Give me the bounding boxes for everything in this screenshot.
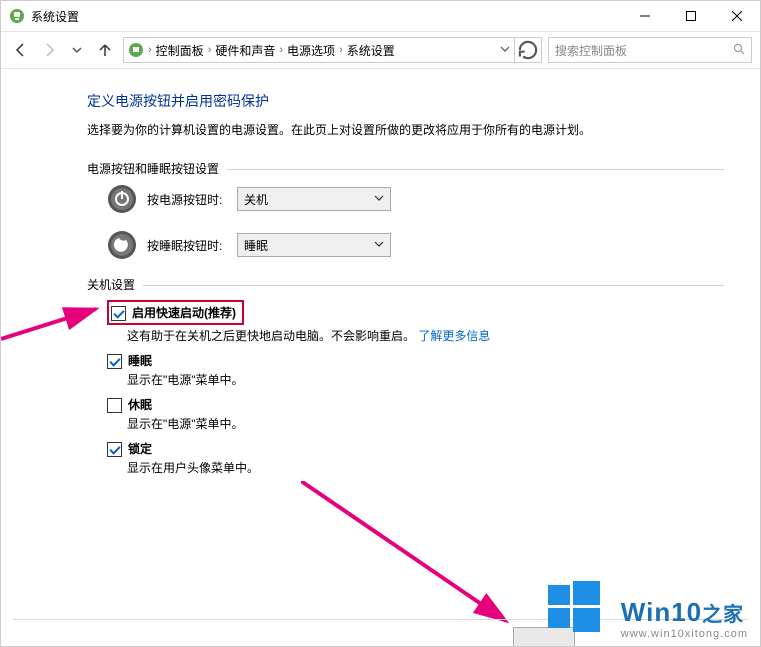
option-description: 显示在用户头像菜单中。 — [127, 459, 724, 476]
address-dropdown-icon[interactable] — [500, 43, 510, 57]
app-icon — [9, 8, 25, 24]
row-label: 按睡眠按钮时: — [147, 237, 237, 254]
power-button-select[interactable]: 关机 — [237, 187, 391, 211]
system-settings-window: 系统设置 › 控制面板 › 硬件和声音 › 电源选项 › 系统设置 搜索控制面板 — [0, 0, 761, 647]
forward-button[interactable] — [37, 38, 61, 62]
search-icon — [733, 43, 745, 58]
search-input[interactable]: 搜索控制面板 — [548, 37, 752, 63]
option-label: 锁定 — [128, 440, 152, 457]
window-title: 系统设置 — [31, 8, 622, 25]
content-area: 定义电源按钮并启用密码保护 选择要为你的计算机设置的电源设置。在此页上对设置所做… — [1, 69, 760, 476]
fast-startup-option[interactable]: 启用快速启动(推荐) — [107, 300, 724, 325]
chevron-right-icon: › — [339, 44, 343, 56]
option-description: 这有助于在关机之后更快地启动电脑。不会影响重启。 了解更多信息 — [127, 327, 724, 344]
toolbar: › 控制面板 › 硬件和声音 › 电源选项 › 系统设置 搜索控制面板 — [1, 31, 760, 69]
power-button-section: 电源按钮和睡眠按钮设置 按电源按钮时: 关机 按睡眠按钮时: 睡眠 — [87, 160, 724, 260]
breadcrumb-item[interactable]: 系统设置 — [347, 42, 395, 59]
chevron-right-icon: › — [279, 44, 283, 56]
breadcrumb-item[interactable]: 电源选项 — [287, 42, 335, 59]
back-button[interactable] — [9, 38, 33, 62]
page-description: 选择要为你的计算机设置的电源设置。在此页上对设置所做的更改将应用于你所有的电源计… — [87, 121, 724, 138]
chevron-right-icon: › — [208, 44, 212, 56]
minimize-button[interactable] — [622, 1, 668, 31]
titlebar: 系统设置 — [1, 1, 760, 31]
annotation-arrow-icon — [301, 481, 531, 631]
power-button-row: 按电源按钮时: 关机 — [107, 184, 724, 214]
close-button[interactable] — [714, 1, 760, 31]
chevron-right-icon: › — [148, 44, 152, 56]
checkbox[interactable] — [107, 398, 122, 413]
control-panel-icon — [128, 42, 144, 58]
refresh-button[interactable] — [515, 37, 542, 63]
option-label: 启用快速启动(推荐) — [132, 304, 236, 321]
option-label: 休眠 — [128, 396, 152, 413]
divider — [227, 169, 724, 170]
lock-option[interactable]: 锁定 — [107, 440, 724, 457]
chevron-down-icon — [374, 192, 384, 206]
page-heading: 定义电源按钮并启用密码保护 — [87, 91, 724, 111]
windows-logo-icon — [548, 581, 600, 636]
sleep-button-row: 按睡眠按钮时: 睡眠 — [107, 230, 724, 260]
search-placeholder: 搜索控制面板 — [555, 42, 733, 59]
checkbox[interactable] — [111, 306, 126, 321]
checkbox[interactable] — [107, 442, 122, 457]
sleep-option[interactable]: 睡眠 — [107, 352, 724, 369]
option-description: 显示在"电源"菜单中。 — [127, 371, 724, 388]
up-button[interactable] — [93, 38, 117, 62]
breadcrumb-item[interactable]: 硬件和声音 — [215, 42, 275, 59]
checkbox[interactable] — [107, 354, 122, 369]
maximize-button[interactable] — [668, 1, 714, 31]
divider — [143, 285, 724, 286]
option-description: 显示在"电源"菜单中。 — [127, 415, 724, 432]
shutdown-settings-section: 关机设置 启用快速启动(推荐) 这有助于在关机之后更快地启动电脑。不会影响重启。… — [87, 276, 724, 476]
watermark: Win10之家 www.win10xitong.com — [621, 597, 748, 640]
power-icon — [107, 184, 137, 214]
hibernate-option[interactable]: 休眠 — [107, 396, 724, 413]
chevron-down-icon — [374, 238, 384, 252]
sleep-icon — [107, 230, 137, 260]
sleep-button-select[interactable]: 睡眠 — [237, 233, 391, 257]
option-label: 睡眠 — [128, 352, 152, 369]
window-buttons — [622, 1, 760, 31]
highlight-box: 启用快速启动(推荐) — [107, 300, 244, 325]
recent-dropdown[interactable] — [65, 38, 89, 62]
learn-more-link[interactable]: 了解更多信息 — [418, 329, 490, 343]
breadcrumb-item[interactable]: 控制面板 — [156, 42, 204, 59]
address-bar[interactable]: › 控制面板 › 硬件和声音 › 电源选项 › 系统设置 — [123, 37, 515, 63]
row-label: 按电源按钮时: — [147, 191, 237, 208]
